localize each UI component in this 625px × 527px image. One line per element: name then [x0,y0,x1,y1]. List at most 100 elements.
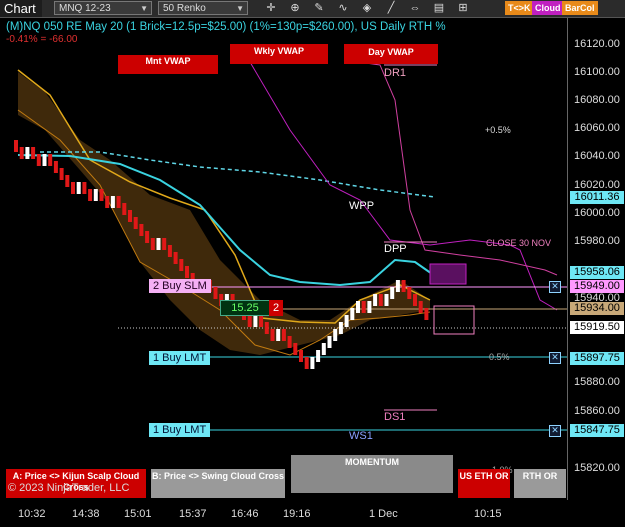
renko-brick [71,182,75,194]
indicators-icon[interactable]: ∿ [334,0,352,16]
crosshair-icon[interactable]: ✛ [262,0,280,16]
momentum-button[interactable]: MOMENTUM [291,455,453,493]
price-chart-canvas[interactable] [0,18,567,500]
time-tick: 16:46 [231,508,259,520]
minus-half-percent-label: 0.5% [489,352,510,362]
renko-brick [19,147,24,159]
renko-brick [304,357,309,369]
renko-brick [88,189,93,201]
weekly-vwap-label: Wkly VWAP [230,44,328,64]
close-icon[interactable]: ✕ [549,425,561,437]
renko-brick [59,168,64,180]
renko-brick [264,322,269,334]
buy-lmt-order-label[interactable]: 1 Buy LMT [149,351,211,365]
renko-brick [105,196,110,208]
price-marker-buy-slm: 15949.00 [570,280,624,293]
monthly-vwap-label: Mnt VWAP [118,55,218,74]
rth-or-button[interactable]: RTH OR [514,469,566,498]
renko-brick [395,280,400,292]
price-tick: 16020.00 [574,179,620,191]
time-tick: 10:32 [18,508,46,520]
performance-readout: -0.41% = -66.00 [6,34,78,45]
drawing-icon[interactable]: ╱ [382,0,400,16]
dpp-label: DPP [384,243,407,255]
renko-brick [407,287,412,299]
renko-brick [299,350,303,362]
renko-brick [93,189,98,201]
renko-brick [310,357,315,369]
renko-brick [247,315,252,327]
barcol-tag-button[interactable]: BarCol [562,1,598,15]
renko-brick [321,343,326,355]
renko-brick [327,336,332,348]
renko-brick [145,231,150,243]
renko-brick [350,308,355,320]
renko-brick [179,259,184,271]
copyright-text: © 2023 NinjaTrader, LLC [8,482,130,494]
swing-cross-button[interactable]: B: Price <> Swing Cloud Cross [151,469,285,498]
renko-brick [82,182,87,194]
close-icon[interactable]: ✕ [549,352,561,364]
renko-brick [281,329,286,341]
renko-brick [53,161,58,173]
renko-brick [173,252,178,264]
position-quantity[interactable]: 2 [269,300,283,316]
bar-type-selector[interactable]: 50 Renko ▼ [158,1,248,15]
time-tick: 19:16 [283,508,311,520]
chart-title: (M)NQ 050 RE May 20 (1 Brick=12.5p=$25.0… [6,21,446,33]
renko-brick [213,287,218,299]
renko-brick [293,343,298,355]
grid-icon[interactable]: ⊞ [454,0,472,16]
us-eth-or-button[interactable]: US ETH OR [458,469,510,498]
time-tick: 10:15 [474,508,502,520]
renko-brick [361,301,366,313]
data-box-icon[interactable]: ▤ [430,0,448,16]
chart-tab[interactable]: Chart [0,0,42,17]
daily-vwap-label: Day VWAP [344,44,438,64]
tk-tag-button[interactable]: T<>K [505,1,534,15]
renko-brick [413,294,417,306]
renko-brick [316,350,321,362]
renko-brick [31,147,36,159]
cloud-tag-button[interactable]: Cloud [532,1,564,15]
buy-slm-order-label[interactable]: 2 Buy SLM [149,279,211,293]
price-tick: 15980.00 [574,235,620,247]
properties-icon[interactable]: ✎ [310,0,328,16]
buy-lmt-order-label[interactable]: 1 Buy LMT [149,423,211,437]
price-marker-kijun: 15958.06 [570,266,624,279]
price-axis[interactable]: 16120.00 16100.00 16080.00 16060.00 1604… [567,18,625,500]
close-30nov-label: CLOSE 30 NOV [486,238,552,248]
kijun-line [17,154,436,287]
renko-brick [287,336,292,348]
renko-brick [76,182,81,194]
renko-brick [418,301,423,313]
close-icon[interactable]: ✕ [549,281,561,293]
price-tick: 16120.00 [574,38,620,50]
renko-brick [25,147,30,159]
strategies-icon[interactable]: ◈ [358,0,376,16]
renko-brick [139,224,144,236]
scroll-icon[interactable]: ⇔ [406,0,424,16]
renko-brick [401,280,406,292]
renko-brick [122,203,127,215]
chevron-down-icon: ▼ [140,4,148,13]
renko-brick [167,245,172,257]
price-tick: 16040.00 [574,150,620,162]
price-marker-vwap: 15934.00 [570,302,624,315]
ds1-label: DS1 [384,411,406,423]
bar-type-value: 50 Renko [163,3,206,14]
instrument-selector[interactable]: MNQ 12-23 ▼ [54,1,152,15]
price-marker-buy-lmt: 15897.75 [570,352,624,365]
position-avg-price[interactable]: 15.25 [220,300,270,316]
renko-brick [48,154,53,166]
renko-brick [373,294,378,306]
renko-brick [367,301,372,313]
renko-brick [344,315,349,327]
dr1-label: DR1 [384,67,407,79]
renko-brick [338,322,343,334]
renko-brick [128,210,132,222]
instrument-value: MNQ 12-23 [59,3,111,14]
renko-brick [259,315,264,327]
renko-brick [156,238,161,250]
zoom-icon[interactable]: ⊕ [286,0,304,16]
